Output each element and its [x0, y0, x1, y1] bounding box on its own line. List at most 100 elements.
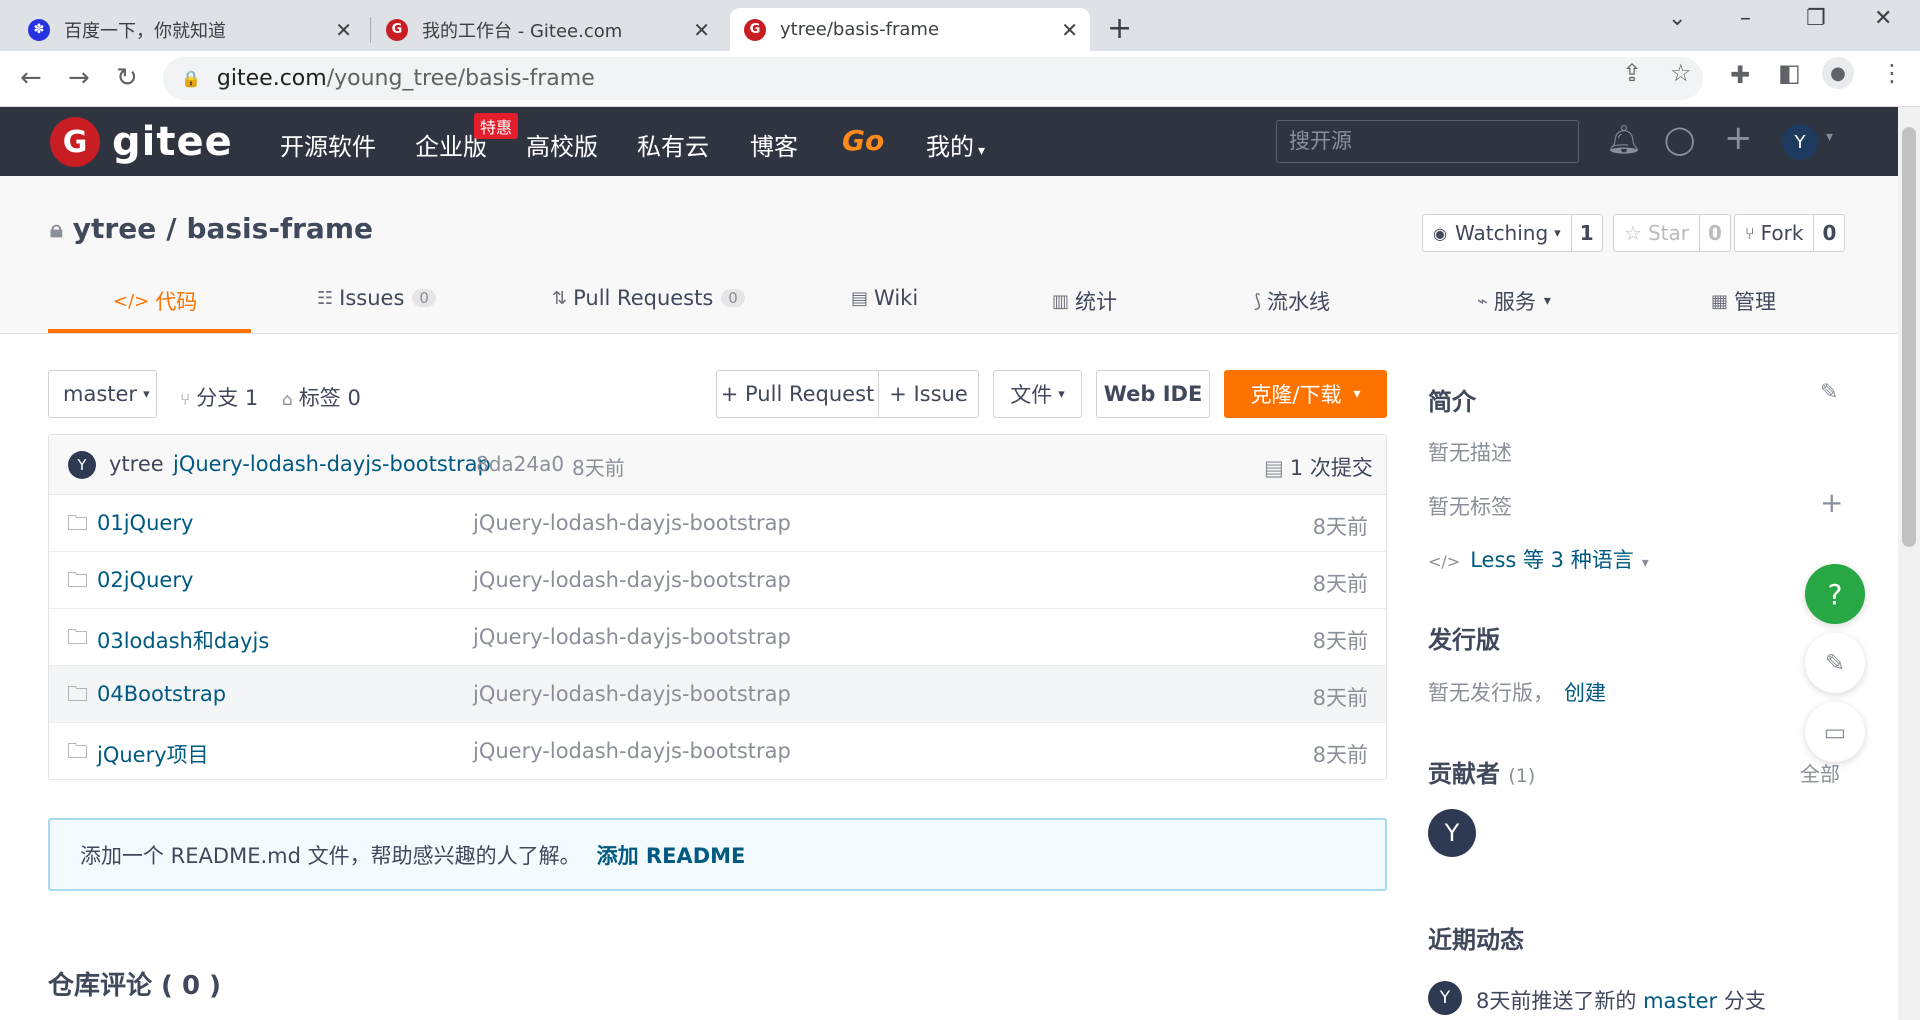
commit-count-link[interactable]: ▤ 1 次提交 [1264, 452, 1373, 482]
intro-title: 简介 [1428, 388, 1476, 416]
avatar[interactable]: Y [1782, 124, 1818, 160]
extensions-puzzle-icon[interactable]: ✚ [1730, 61, 1750, 89]
tab-pipeline[interactable]: ⟆ 流水线 [1254, 286, 1330, 316]
browser-tab-workbench[interactable]: G 我的工作台 - Gitee.com ✕ [372, 8, 722, 51]
commit-author[interactable]: ytree [109, 452, 164, 476]
reload-icon[interactable]: ↻ [116, 63, 138, 93]
file-commit-message[interactable]: jQuery-lodash-dayjs-bootstrap [473, 568, 791, 592]
profile-icon[interactable]: ● [1822, 57, 1854, 89]
table-row[interactable]: 🗀 01jQuery jQuery-lodash-dayjs-bootstrap… [49, 495, 1386, 552]
page-scrollbar[interactable] [1898, 107, 1920, 1020]
tab-wiki[interactable]: ▤ Wiki [851, 286, 918, 310]
avatar[interactable]: Y [1428, 809, 1476, 857]
nav-education[interactable]: 高校版 [526, 127, 598, 162]
tab-code[interactable]: </> 代码 [113, 286, 197, 316]
create-release-link[interactable]: 创建 [1564, 681, 1606, 705]
file-commit-message[interactable]: jQuery-lodash-dayjs-bootstrap [473, 511, 791, 535]
scrollbar-thumb[interactable] [1902, 127, 1916, 547]
file-name[interactable]: 01jQuery [97, 511, 193, 535]
gitee-logo[interactable]: G gitee [50, 117, 233, 167]
browser-tab-baidu[interactable]: ✽ 百度一下，你就知道 ✕ [14, 8, 364, 51]
restore-icon[interactable]: ❐ [1806, 6, 1826, 31]
table-row[interactable]: 🗀 03lodash和dayjs jQuery-lodash-dayjs-boo… [49, 609, 1386, 666]
file-commit-message[interactable]: jQuery-lodash-dayjs-bootstrap [473, 625, 791, 649]
star-button[interactable]: ☆ Star 0 [1613, 214, 1731, 252]
close-icon[interactable]: ✕ [335, 18, 352, 42]
nav-blog[interactable]: 博客 [750, 127, 798, 162]
code-icon: </> [1428, 552, 1461, 571]
tab-issues[interactable]: ☷ Issues 0 [317, 286, 436, 310]
tab-manage[interactable]: ▦ 管理 [1711, 286, 1776, 316]
repo-title: 🔒︎ ytree / basis-frame [50, 212, 373, 245]
clone-download-button[interactable]: 克隆/下载 ▾ [1224, 370, 1387, 418]
nav-open-source[interactable]: 开源软件 [280, 127, 376, 162]
feedback-edit-icon[interactable]: ✎ [1805, 633, 1865, 693]
bell-icon[interactable]: 🔔︎ [1606, 123, 1642, 156]
address-bar[interactable]: 🔒 gitee.com/young_tree/basis-frame [163, 57, 1703, 100]
close-icon[interactable]: ✕ [1061, 18, 1078, 42]
file-menu-button[interactable]: 文件 ▾ [993, 370, 1082, 418]
tab-pull-requests[interactable]: ⇅ Pull Requests 0 [552, 286, 745, 310]
nav-mine[interactable]: 我的 ▾ [926, 127, 985, 162]
file-name[interactable]: jQuery项目 [97, 739, 209, 769]
add-readme-link[interactable]: 添加 README [597, 840, 746, 870]
contributors-count: (1) [1508, 765, 1536, 787]
tab-services[interactable]: ⌁ 服务 ▾ [1477, 286, 1551, 316]
window-close-icon[interactable]: ✕ [1874, 6, 1892, 31]
web-ide-button[interactable]: Web IDE [1096, 370, 1210, 418]
file-commit-message[interactable]: jQuery-lodash-dayjs-bootstrap [473, 682, 791, 706]
plus-icon[interactable]: + [1724, 118, 1753, 158]
file-name[interactable]: 04Bootstrap [97, 682, 226, 706]
help-question-icon[interactable]: ? [1805, 564, 1865, 624]
file-name[interactable]: 03lodash和dayjs [97, 625, 269, 655]
branch-select[interactable]: master ▾ [48, 370, 157, 418]
table-row[interactable]: 🗀 02jQuery jQuery-lodash-dayjs-bootstrap… [49, 552, 1386, 609]
repo-name[interactable]: basis-frame [186, 212, 373, 245]
url-text: gitee.com/young_tree/basis-frame [217, 66, 595, 91]
file-time: 8天前 [1312, 629, 1368, 653]
edit-icon[interactable]: ✎ [1820, 380, 1838, 405]
branches-link[interactable]: ⑂ 分支 1 [180, 382, 258, 412]
commit-hash[interactable]: 8da24a0 [476, 452, 564, 476]
lightbulb-icon[interactable]: ◯ [1664, 123, 1695, 156]
no-tags: 暂无标签 [1428, 495, 1512, 519]
all-contributors-link[interactable]: 全部 [1800, 758, 1840, 787]
caret-down-icon[interactable]: ▾ [1826, 129, 1833, 145]
star-label: Star [1647, 221, 1689, 245]
table-row[interactable]: 🗀 04Bootstrap jQuery-lodash-dayjs-bootst… [49, 666, 1386, 723]
activity-branch-link[interactable]: master [1643, 989, 1717, 1013]
avatar[interactable]: Y [68, 451, 96, 479]
repo-owner[interactable]: ytree [73, 212, 156, 245]
file-name[interactable]: 02jQuery [97, 568, 193, 592]
menu-kebab-icon[interactable]: ⋮ [1880, 59, 1904, 87]
new-tab-plus-icon[interactable]: + [1107, 11, 1132, 46]
tab-stats[interactable]: ▥ 统计 [1052, 286, 1117, 316]
contributors-title: 贡献者 (1) [1428, 754, 1535, 789]
back-arrow-icon[interactable]: ← [20, 63, 42, 93]
search-input[interactable]: 搜开源 [1276, 120, 1579, 163]
tab-search-chevron-icon[interactable]: ⌄ [1668, 6, 1686, 31]
nav-go[interactable]: Go [842, 124, 884, 157]
new-pull-request-button[interactable]: + Pull Request [716, 370, 879, 418]
commit-message[interactable]: jQuery-lodash-dayjs-bootstrap [173, 452, 491, 476]
avatar[interactable]: Y [1428, 981, 1462, 1015]
language-stats[interactable]: </> Less 等 3 种语言 ▾ [1428, 544, 1649, 574]
side-panel-icon[interactable]: ◧ [1778, 59, 1801, 87]
bookmark-star-icon[interactable]: ☆ [1670, 59, 1692, 87]
file-commit-message[interactable]: jQuery-lodash-dayjs-bootstrap [473, 739, 791, 763]
chat-bubble-icon[interactable]: ▭ [1805, 702, 1865, 762]
caret-down-icon: ▾ [1353, 386, 1361, 402]
tags-link[interactable]: ⌂ 标签 0 [282, 382, 361, 412]
tab-pipeline-label: 流水线 [1267, 290, 1331, 314]
watch-button[interactable]: ◉ Watching ▾ 1 [1422, 214, 1603, 252]
new-issue-button[interactable]: + Issue [878, 370, 979, 418]
forward-arrow-icon[interactable]: → [68, 63, 90, 93]
share-icon[interactable]: ⇪ [1622, 59, 1642, 87]
minimize-icon[interactable]: – [1740, 6, 1751, 31]
nav-private-cloud[interactable]: 私有云 [637, 127, 709, 162]
browser-tab-repo[interactable]: G ytree/basis-frame ✕ [730, 8, 1090, 51]
table-row[interactable]: 🗀 jQuery项目 jQuery-lodash-dayjs-bootstrap… [49, 723, 1386, 780]
fork-button[interactable]: ⑂ Fork 0 [1734, 214, 1846, 252]
add-tag-plus-icon[interactable]: + [1820, 486, 1843, 519]
close-icon[interactable]: ✕ [693, 18, 710, 42]
